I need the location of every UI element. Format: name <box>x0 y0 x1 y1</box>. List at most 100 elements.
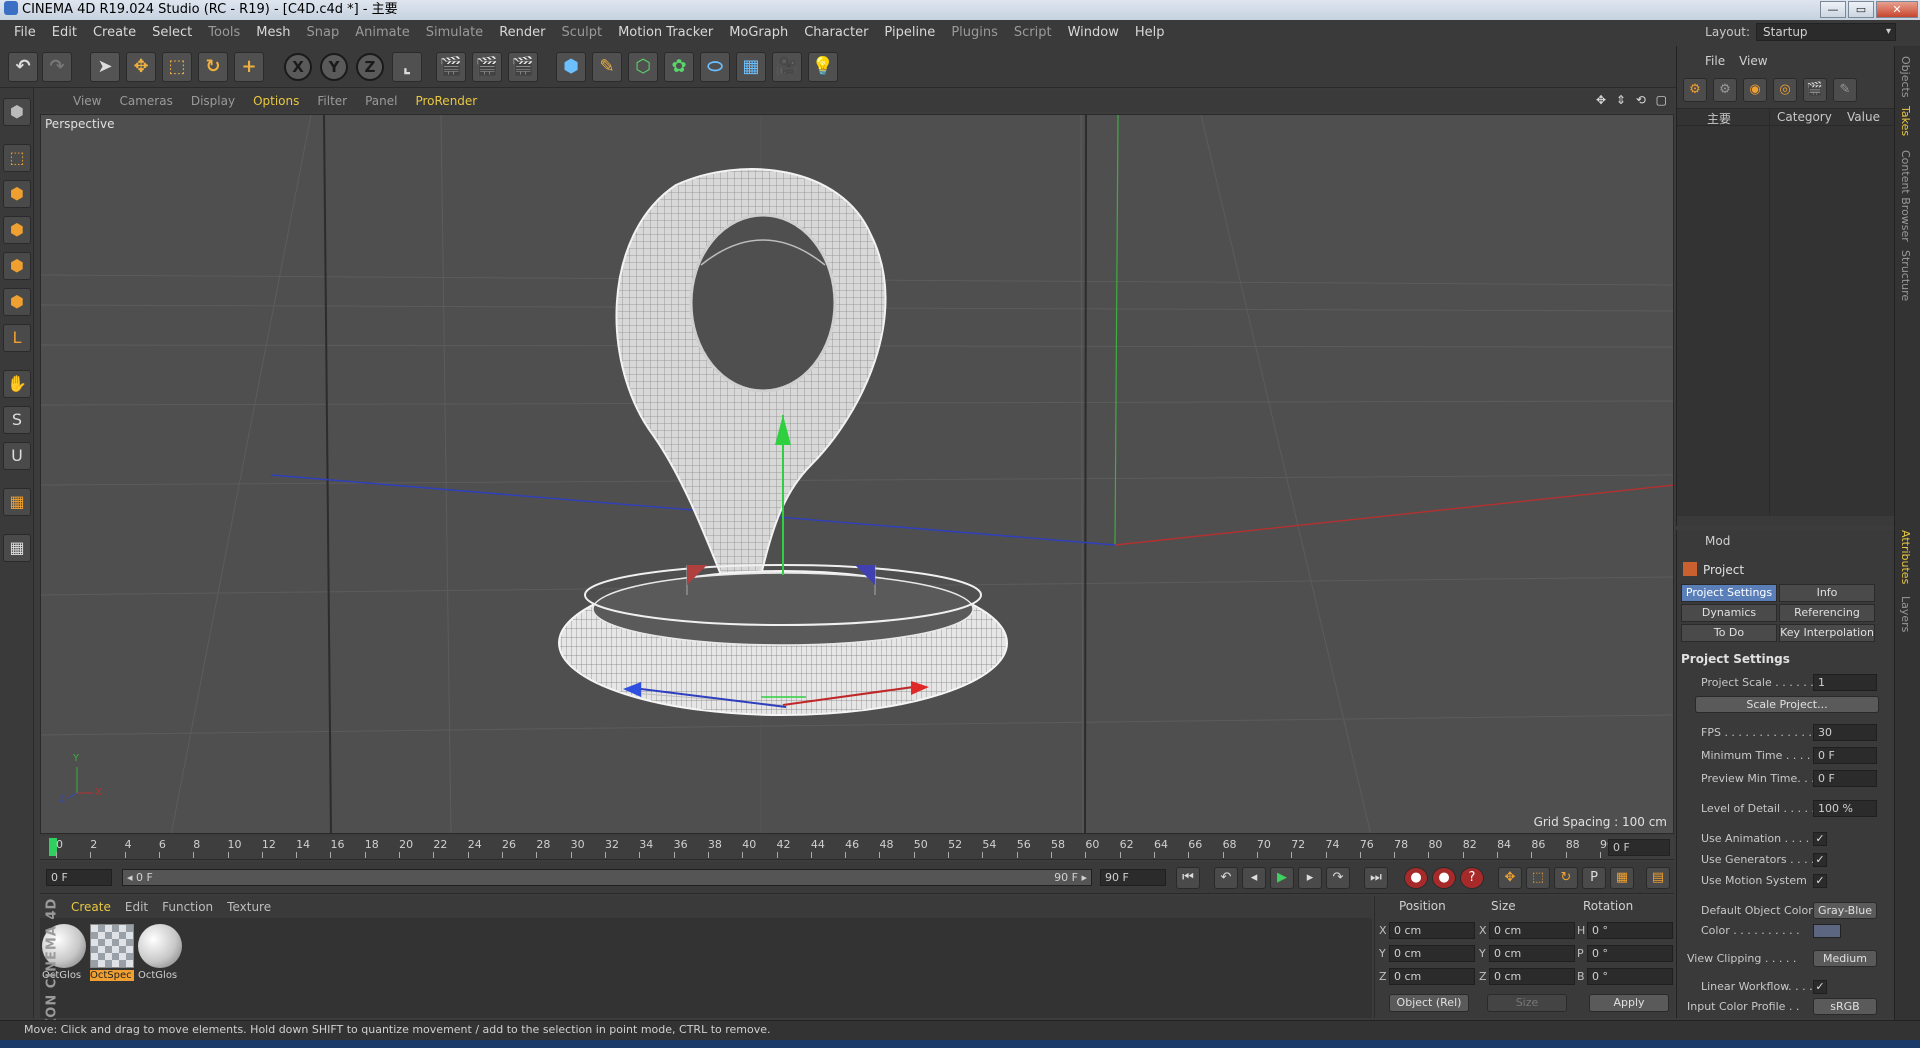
next-key-icon[interactable]: ↷ <box>1326 867 1350 889</box>
menu-help[interactable]: Help <box>1127 20 1173 46</box>
redo-icon[interactable]: ↷ <box>42 52 72 82</box>
menu-render[interactable]: Render <box>491 20 553 46</box>
layout-dropdown[interactable]: Startup <box>1756 23 1896 41</box>
tweak-mode-icon[interactable]: S <box>3 406 31 434</box>
fps-field[interactable]: 30 <box>1813 724 1877 741</box>
menu-character[interactable]: Character <box>796 20 876 46</box>
position-y-field[interactable]: 0 cm <box>1389 945 1475 962</box>
coordinate-mode-dropdown[interactable]: Object (Rel) <box>1389 994 1469 1012</box>
menu-plugins[interactable]: Plugins <box>943 20 1006 46</box>
menu-window[interactable]: Window <box>1060 20 1127 46</box>
scale-tool-icon[interactable]: ⬚ <box>162 52 192 82</box>
points-mode-icon[interactable]: ⬢ <box>3 252 31 280</box>
rotation-h-field[interactable]: 0 ° <box>1587 922 1673 939</box>
select-tool-icon[interactable]: ➤ <box>90 52 120 82</box>
minimum-time-field[interactable]: 0 F <box>1813 747 1877 764</box>
apply-button[interactable]: Apply <box>1589 994 1669 1012</box>
side-tab-takes[interactable]: Takes <box>1899 106 1912 136</box>
color-swatch[interactable] <box>1813 924 1841 938</box>
key-scale-icon[interactable]: ⬚ <box>1526 867 1550 889</box>
menu-pipeline[interactable]: Pipeline <box>876 20 943 46</box>
preview-min-time-field[interactable]: 0 F <box>1813 770 1877 787</box>
level-of-detail-field[interactable]: 100 % <box>1813 800 1877 817</box>
go-to-start-icon[interactable]: ⏮ <box>1176 867 1200 889</box>
tab-referencing[interactable]: Referencing <box>1779 604 1875 622</box>
object-menu-view[interactable]: View <box>1739 54 1767 70</box>
octane-object-icon[interactable]: ◎ <box>1773 78 1797 102</box>
use-motion-system-checkbox[interactable]: ✓ <box>1813 874 1827 888</box>
input-color-profile-dropdown[interactable]: sRGB <box>1813 998 1877 1015</box>
undo-icon[interactable]: ↶ <box>8 52 38 82</box>
tab-project-settings[interactable]: Project Settings <box>1681 584 1777 602</box>
scale-project-button[interactable]: Scale Project... <box>1695 696 1879 713</box>
recent-tool-icon[interactable]: + <box>234 52 264 82</box>
octane-settings-icon[interactable]: ⚙ <box>1683 78 1707 102</box>
floor-icon[interactable]: ▦ <box>736 52 766 82</box>
timeline-window-icon[interactable]: ▤ <box>1646 867 1670 889</box>
x-axis-lock-icon[interactable]: X <box>284 53 312 81</box>
cloner-icon[interactable]: ✿ <box>664 52 694 82</box>
prev-frame-icon[interactable]: ◂ <box>1242 867 1266 889</box>
material-item[interactable]: OctSpec <box>90 924 134 984</box>
octane-tools-icon[interactable]: ✎ <box>1833 78 1857 102</box>
go-to-end-icon[interactable]: ⏭ <box>1364 867 1388 889</box>
key-rotation-icon[interactable]: ↻ <box>1554 867 1578 889</box>
menu-script[interactable]: Script <box>1006 20 1060 46</box>
menu-animate[interactable]: Animate <box>347 20 417 46</box>
play-icon[interactable]: ▶ <box>1270 867 1294 889</box>
axis-mode-icon[interactable]: ✋ <box>3 370 31 398</box>
size-x-field[interactable]: 0 cm <box>1489 922 1575 939</box>
menu-mograph[interactable]: MoGraph <box>721 20 796 46</box>
material-menu-create[interactable]: Create <box>64 900 118 914</box>
linear-workflow-checkbox[interactable]: ✓ <box>1813 980 1827 994</box>
default-object-color-dropdown[interactable]: Gray-Blue <box>1813 902 1877 919</box>
tab-to-do[interactable]: To Do <box>1681 624 1777 642</box>
rotation-b-field[interactable]: 0 ° <box>1587 968 1673 985</box>
octane-live-icon[interactable]: ⚙ <box>1713 78 1737 102</box>
viewport-menu-options[interactable]: Options <box>244 94 308 108</box>
size-z-field[interactable]: 0 cm <box>1489 968 1575 985</box>
material-menu-edit[interactable]: Edit <box>118 900 155 914</box>
viewport-navigation-icons[interactable]: ✥ ⇕ ⟲ ▢ <box>1596 93 1670 107</box>
key-position-icon[interactable]: ✥ <box>1498 867 1522 889</box>
workplane-lock-icon[interactable]: ▦ <box>3 534 31 562</box>
y-axis-lock-icon[interactable]: Y <box>320 53 348 81</box>
tab-dynamics[interactable]: Dynamics <box>1681 604 1777 622</box>
tab-info[interactable]: Info <box>1779 584 1875 602</box>
position-x-field[interactable]: 0 cm <box>1389 922 1475 939</box>
use-generators-checkbox[interactable]: ✓ <box>1813 853 1827 867</box>
maximize-button[interactable]: ▭ <box>1848 1 1874 18</box>
close-button[interactable]: ✕ <box>1876 1 1918 18</box>
texture-mode-icon[interactable]: ⬢ <box>3 180 31 208</box>
polygons-mode-icon[interactable]: L <box>3 324 31 352</box>
coordinate-system-icon[interactable]: ⌞ <box>392 52 422 82</box>
minimize-button[interactable]: — <box>1820 1 1846 18</box>
size-y-field[interactable]: 0 cm <box>1489 945 1575 962</box>
move-tool-icon[interactable]: ✥ <box>126 52 156 82</box>
next-frame-icon[interactable]: ▸ <box>1298 867 1322 889</box>
menu-file[interactable]: File <box>6 20 44 46</box>
render-settings-icon[interactable]: 🎬 <box>508 52 538 82</box>
rotation-p-field[interactable]: 0 ° <box>1587 945 1673 962</box>
render-view-icon[interactable]: 🎬 <box>436 52 466 82</box>
octane-render-icon[interactable]: 🎬 <box>1803 78 1827 102</box>
viewport-menu-filter[interactable]: Filter <box>308 94 356 108</box>
keyframe-selection-icon[interactable]: ? <box>1460 867 1484 889</box>
menu-edit[interactable]: Edit <box>44 20 85 46</box>
current-frame-field[interactable]: 0 F <box>46 869 112 886</box>
menu-sculpt[interactable]: Sculpt <box>553 20 610 46</box>
autokey-icon[interactable]: ● <box>1432 867 1456 889</box>
key-parameter-icon[interactable]: P <box>1582 867 1606 889</box>
side-tab-structure[interactable]: Structure <box>1899 250 1912 301</box>
rotate-tool-icon[interactable]: ↻ <box>198 52 228 82</box>
key-pla-icon[interactable]: ▦ <box>1610 867 1634 889</box>
record-keys-icon[interactable]: ● <box>1404 867 1428 889</box>
viewport-menu-prorender[interactable]: ProRender <box>406 94 486 108</box>
object-menu-file[interactable]: File <box>1705 54 1725 70</box>
menu-mesh[interactable]: Mesh <box>248 20 298 46</box>
perspective-viewport[interactable]: Perspective Y X Z Grid Spacing : 100 cm <box>40 114 1674 834</box>
use-animation-checkbox[interactable]: ✓ <box>1813 832 1827 846</box>
position-z-field[interactable]: 0 cm <box>1389 968 1475 985</box>
side-tab-objects[interactable]: Objects <box>1899 56 1912 98</box>
edges-mode-icon[interactable]: ⬢ <box>3 288 31 316</box>
